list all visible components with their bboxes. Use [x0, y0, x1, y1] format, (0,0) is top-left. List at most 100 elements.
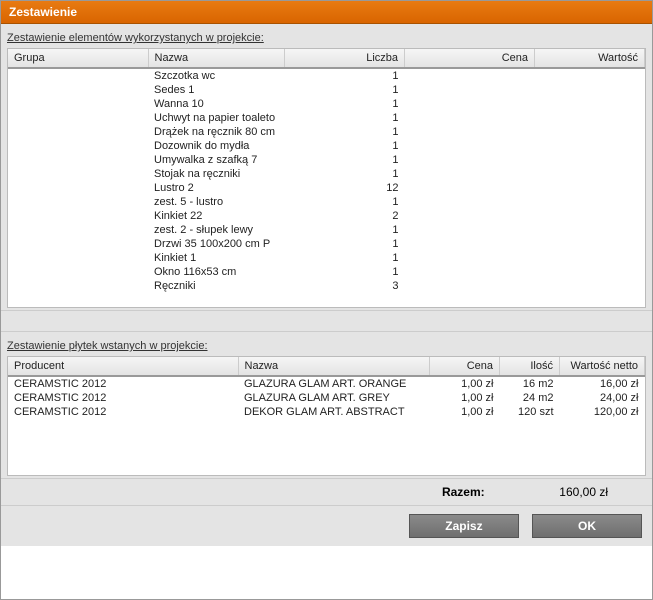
table-row[interactable]: Lustro 212	[8, 181, 645, 195]
cell-cena: 1,00 zł	[430, 376, 500, 391]
cell-nazwa: Okno 116x53 cm	[148, 265, 285, 279]
cell-producent: CERAMSTIC 2012	[8, 391, 238, 405]
section-elements: Zestawienie elementów wykorzystanych w p…	[1, 24, 652, 310]
cell-grupa	[8, 125, 148, 139]
col-cena-2[interactable]: Cena	[430, 357, 500, 376]
col-grupa[interactable]: Grupa	[8, 49, 148, 68]
cell-liczba: 1	[285, 195, 405, 209]
summary-bar: Razem: 160,00 zł	[1, 478, 652, 505]
cell-wartosc	[535, 68, 645, 83]
cell-liczba: 1	[285, 153, 405, 167]
col-wartosc-netto[interactable]: Wartość netto	[560, 357, 645, 376]
table-row[interactable]: zest. 5 - lustro1	[8, 195, 645, 209]
cell-grupa	[8, 111, 148, 125]
cell-ilosc: 16 m2	[500, 376, 560, 391]
tiles-table: Producent Nazwa Cena Ilość Wartość netto…	[8, 357, 645, 419]
table-row[interactable]: zest. 2 - słupek lewy1	[8, 223, 645, 237]
cell-liczba: 1	[285, 265, 405, 279]
cell-liczba: 1	[285, 139, 405, 153]
cell-cena	[405, 237, 535, 251]
cell-wartosc	[535, 111, 645, 125]
cell-cena	[405, 167, 535, 181]
table-row[interactable]: Drzwi 35 100x200 cm P1	[8, 237, 645, 251]
cell-wartosc	[535, 181, 645, 195]
table-row[interactable]: Kinkiet 11	[8, 251, 645, 265]
table-row[interactable]: CERAMSTIC 2012DEKOR GLAM ART. ABSTRACT1,…	[8, 405, 645, 419]
cell-liczba: 12	[285, 181, 405, 195]
section-tiles-title: Zestawienie płytek wstanych w projekcie:	[7, 336, 646, 356]
cell-ilosc: 24 m2	[500, 391, 560, 405]
cell-nazwa: Uchwyt na papier toaleto	[148, 111, 285, 125]
col-ilosc[interactable]: Ilość	[500, 357, 560, 376]
cell-wartosc	[535, 97, 645, 111]
table-row[interactable]: Szczotka wc1	[8, 68, 645, 83]
table-row[interactable]: Uchwyt na papier toaleto1	[8, 111, 645, 125]
cell-grupa	[8, 223, 148, 237]
col-producent[interactable]: Producent	[8, 357, 238, 376]
col-cena[interactable]: Cena	[405, 49, 535, 68]
cell-grupa	[8, 153, 148, 167]
elements-table: Grupa Nazwa Liczba Cena Wartość Szczotka…	[8, 49, 645, 293]
table-row[interactable]: CERAMSTIC 2012GLAZURA GLAM ART. GREY1,00…	[8, 391, 645, 405]
cell-nazwa: Dozownik do mydła	[148, 139, 285, 153]
cell-wartosc	[535, 139, 645, 153]
ok-button[interactable]: OK	[532, 514, 642, 538]
cell-cena	[405, 153, 535, 167]
cell-liczba: 1	[285, 97, 405, 111]
cell-grupa	[8, 68, 148, 83]
table-row[interactable]: Ręczniki3	[8, 279, 645, 293]
cell-cena	[405, 97, 535, 111]
cell-nazwa: Lustro 2	[148, 181, 285, 195]
col-wartosc[interactable]: Wartość	[535, 49, 645, 68]
cell-nazwa: GLAZURA GLAM ART. ORANGE	[238, 376, 430, 391]
button-bar: Zapisz OK	[1, 505, 652, 546]
cell-wartosc	[535, 83, 645, 97]
table-row[interactable]: Okno 116x53 cm1	[8, 265, 645, 279]
cell-grupa	[8, 97, 148, 111]
cell-wartosc	[535, 125, 645, 139]
table-row[interactable]: Sedes 11	[8, 83, 645, 97]
cell-grupa	[8, 181, 148, 195]
cell-cena	[405, 251, 535, 265]
cell-wn: 24,00 zł	[560, 391, 645, 405]
save-button[interactable]: Zapisz	[409, 514, 519, 538]
cell-cena	[405, 181, 535, 195]
col-liczba[interactable]: Liczba	[285, 49, 405, 68]
cell-producent: CERAMSTIC 2012	[8, 405, 238, 419]
tiles-table-wrap: Producent Nazwa Cena Ilość Wartość netto…	[7, 356, 646, 476]
cell-producent: CERAMSTIC 2012	[8, 376, 238, 391]
table-row[interactable]: Umywalka z szafką 71	[8, 153, 645, 167]
cell-liczba: 1	[285, 125, 405, 139]
tiles-table-header: Producent Nazwa Cena Ilość Wartość netto	[8, 357, 645, 376]
cell-cena	[405, 223, 535, 237]
col-nazwa[interactable]: Nazwa	[148, 49, 285, 68]
elements-table-header: Grupa Nazwa Liczba Cena Wartość	[8, 49, 645, 68]
cell-wn: 16,00 zł	[560, 376, 645, 391]
cell-nazwa: DEKOR GLAM ART. ABSTRACT	[238, 405, 430, 419]
cell-nazwa: Ręczniki	[148, 279, 285, 293]
table-row[interactable]: Wanna 101	[8, 97, 645, 111]
summary-value: 160,00 zł	[548, 485, 608, 499]
cell-nazwa: GLAZURA GLAM ART. GREY	[238, 391, 430, 405]
cell-grupa	[8, 83, 148, 97]
cell-wartosc	[535, 279, 645, 293]
cell-grupa	[8, 237, 148, 251]
table-row[interactable]: Drążek na ręcznik 80 cm1	[8, 125, 645, 139]
table-row[interactable]: Kinkiet 222	[8, 209, 645, 223]
cell-cena: 1,00 zł	[430, 405, 500, 419]
cell-liczba: 1	[285, 111, 405, 125]
cell-grupa	[8, 251, 148, 265]
cell-cena	[405, 265, 535, 279]
table-row[interactable]: Stojak na ręczniki1	[8, 167, 645, 181]
cell-liczba: 1	[285, 251, 405, 265]
cell-wn: 120,00 zł	[560, 405, 645, 419]
cell-nazwa: Kinkiet 22	[148, 209, 285, 223]
table-row[interactable]: CERAMSTIC 2012GLAZURA GLAM ART. ORANGE1,…	[8, 376, 645, 391]
window-titlebar: Zestawienie	[1, 1, 652, 24]
cell-cena	[405, 195, 535, 209]
col-nazwa-2[interactable]: Nazwa	[238, 357, 430, 376]
cell-wartosc	[535, 153, 645, 167]
cell-liczba: 1	[285, 68, 405, 83]
cell-grupa	[8, 209, 148, 223]
table-row[interactable]: Dozownik do mydła1	[8, 139, 645, 153]
